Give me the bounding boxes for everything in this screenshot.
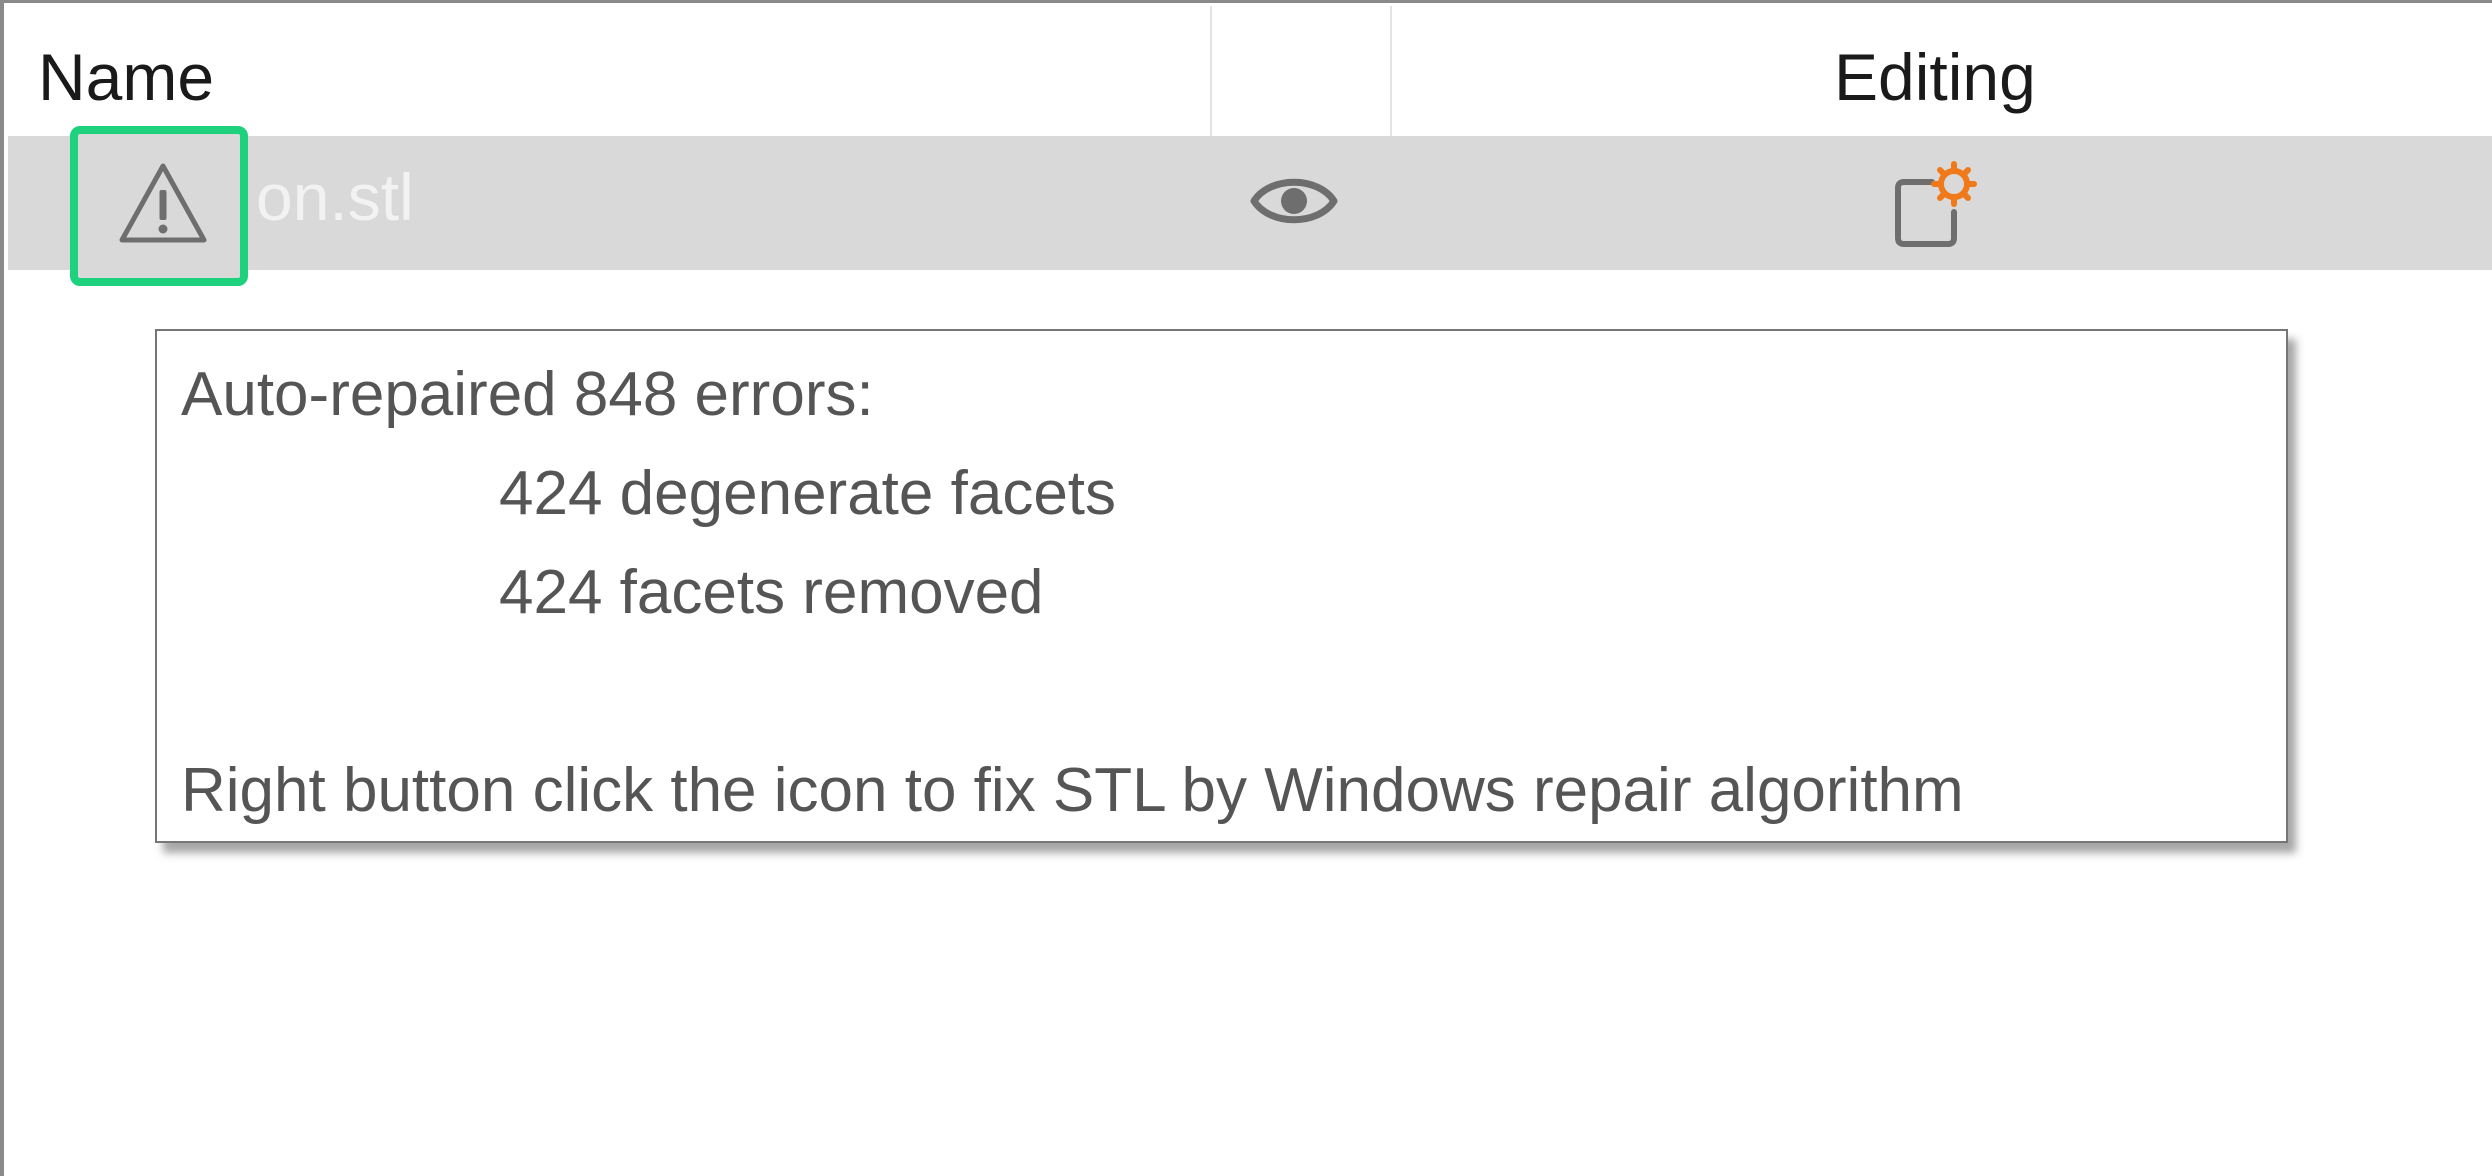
table-header: Name Editing (8, 6, 2492, 136)
column-header-name[interactable]: Name (38, 44, 214, 110)
tooltip-detail: 424 facets removed (499, 558, 1044, 627)
column-separator[interactable] (1390, 6, 1392, 136)
tooltip-detail: 424 degenerate facets (499, 459, 1117, 528)
tooltip-hint: Right button click the icon to fix STL b… (181, 756, 1964, 825)
warning-triangle-icon[interactable] (116, 160, 210, 246)
edit-settings-icon[interactable] (1890, 160, 1980, 248)
repair-info-tooltip: Auto-repaired 848 errors: 424 degenerate… (155, 329, 2288, 843)
tooltip-title: Auto-repaired 848 errors: (181, 360, 874, 429)
column-header-editing[interactable]: Editing (1834, 44, 2036, 110)
column-separator[interactable] (1210, 6, 1212, 136)
eye-icon[interactable] (1250, 168, 1338, 234)
object-filename[interactable]: on.stl (256, 164, 414, 230)
warning-highlight[interactable] (70, 126, 248, 286)
